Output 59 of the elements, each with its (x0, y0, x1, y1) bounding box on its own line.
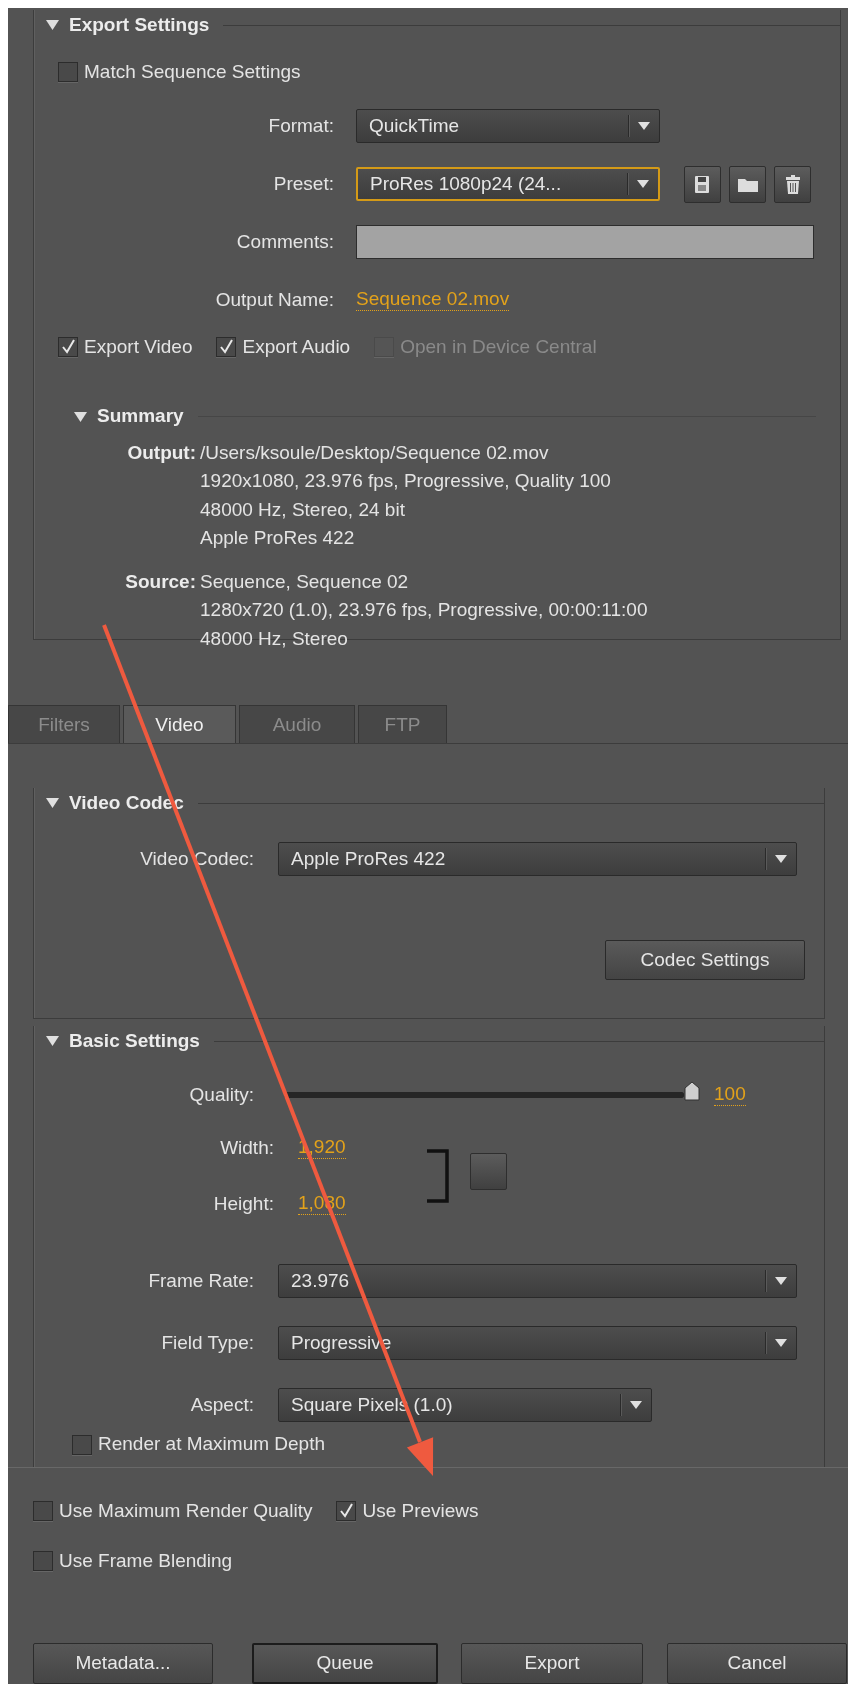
summary-text: 1920x1080, 23.976 fps, Progressive, Quality 100 (200, 469, 611, 493)
checkbox-label[interactable]: Use Maximum Render Quality (59, 1496, 313, 1526)
delete-preset-button[interactable] (774, 165, 811, 203)
dropdown[interactable]: Apple ProRes 422 (278, 842, 797, 877)
section-title: Basic Settings (69, 1029, 200, 1054)
comments-field[interactable] (356, 225, 814, 259)
summary-label: Output: (126, 440, 196, 465)
checkbox[interactable] (336, 1501, 357, 1521)
codec-settings-button[interactable]: Codec Settings (605, 940, 805, 981)
quality-value[interactable]: 100 (714, 1084, 746, 1107)
action-button[interactable]: Metadata... (33, 1643, 213, 1684)
slider-thumb[interactable] (684, 1081, 700, 1102)
dropdown[interactable]: ProRes 1080p24 (24... (356, 167, 660, 201)
summary-text: Apple ProRes 422 (200, 526, 356, 550)
field-label: Width: (219, 1136, 274, 1161)
action-button[interactable]: Export (461, 1643, 643, 1684)
summary-text: /Users/ksoule/Desktop/Sequence 02.mov (200, 440, 550, 465)
bracket-icon (425, 1149, 450, 1204)
summary-text: 1280x720 (1.0), 23.976 fps, Progressive, 00:00:11:00 (200, 598, 648, 622)
checkbox-label[interactable]: Use Previews (362, 1496, 479, 1526)
checkbox[interactable] (33, 1551, 53, 1571)
output-name-link[interactable]: Sequence 02.mov (356, 289, 510, 311)
section-title: Export Settings (69, 12, 210, 37)
save-preset-button[interactable] (684, 165, 721, 203)
action-button[interactable]: Cancel (667, 1643, 847, 1684)
disclosure-triangle-icon[interactable] (46, 797, 59, 810)
tab[interactable]: Video (123, 705, 236, 744)
checkbox-label[interactable]: Match Sequence Settings (84, 57, 301, 87)
field-label: Aspect: (189, 1393, 254, 1418)
summary-text: 48000 Hz, Stereo, 24 bit (200, 497, 406, 522)
field-label: Comments: (235, 229, 334, 254)
checkbox-label[interactable]: Export Video (84, 333, 193, 362)
action-button[interactable]: Queue (252, 1643, 438, 1684)
checkbox[interactable] (58, 62, 78, 82)
checkbox[interactable] (58, 337, 78, 358)
checkbox[interactable] (33, 1501, 53, 1521)
field-label: Height: (212, 1192, 274, 1217)
field-label: Format: (267, 113, 334, 138)
section-title: Summary (97, 404, 184, 429)
field-label: Frame Rate: (147, 1269, 254, 1294)
field-label: Preset: (272, 171, 334, 196)
disclosure-triangle-icon[interactable] (74, 410, 87, 423)
checkbox-label[interactable]: Use Frame Blending (59, 1546, 233, 1576)
field-label: Field Type: (160, 1331, 254, 1356)
disclosure-triangle-icon[interactable] (46, 19, 59, 31)
field-label: Quality: (188, 1083, 254, 1108)
checkbox-label[interactable]: Export Audio (242, 333, 351, 362)
dropdown[interactable]: 23.976 (278, 1264, 797, 1299)
disclosure-triangle-icon[interactable] (46, 1035, 59, 1048)
checkbox-label[interactable]: Render at Maximum Depth (98, 1430, 326, 1459)
checkbox[interactable] (72, 1434, 92, 1455)
summary-text: Sequence, Sequence 02 (200, 569, 410, 594)
field-label: Output Name: (214, 287, 334, 312)
summary-label: Source: (124, 569, 196, 594)
field-label: Video Codec: (139, 847, 254, 872)
checkbox[interactable] (216, 337, 237, 358)
import-preset-button[interactable] (729, 165, 766, 203)
dropdown[interactable]: QuickTime (356, 109, 660, 143)
summary-text: 48000 Hz, Stereo (200, 626, 349, 651)
